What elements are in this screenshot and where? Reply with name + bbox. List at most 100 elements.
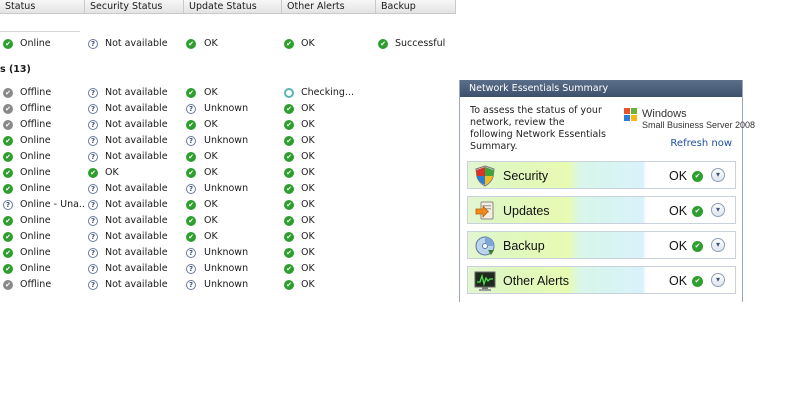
row-update-cell[interactable]: Unknown bbox=[184, 277, 282, 293]
row-alerts-cell[interactable]: OK bbox=[282, 277, 376, 293]
row-update-cell[interactable]: OK bbox=[184, 165, 282, 181]
row-alerts-cell[interactable]: Checking... bbox=[282, 85, 376, 101]
column-header-update-status[interactable]: Update Status bbox=[184, 0, 282, 13]
column-header-other-alerts[interactable]: Other Alerts bbox=[282, 0, 376, 13]
ok-check-icon bbox=[284, 264, 294, 274]
row-status-cell[interactable]: Offline bbox=[0, 117, 85, 133]
row-security-cell[interactable]: Not available bbox=[85, 213, 184, 229]
row-status-cell[interactable]: Online bbox=[0, 229, 85, 245]
row-alerts-cell[interactable]: OK bbox=[282, 261, 376, 277]
row-status-cell[interactable]: Offline bbox=[0, 277, 85, 293]
ok-check-icon bbox=[284, 168, 294, 178]
row-update-cell[interactable]: Unknown bbox=[184, 245, 282, 261]
server-row-security[interactable]: Not available bbox=[85, 36, 184, 52]
row-security-cell[interactable]: Not available bbox=[85, 261, 184, 277]
row-security-cell[interactable]: OK bbox=[85, 165, 184, 181]
expand-chevron-icon[interactable] bbox=[711, 238, 725, 252]
question-icon bbox=[88, 184, 98, 194]
row-status-cell[interactable]: Online bbox=[0, 245, 85, 261]
summary-item-backup[interactable]: Backup OK bbox=[467, 231, 736, 259]
row-security-cell[interactable]: Not available bbox=[85, 277, 184, 293]
logo-text-windows: Windows bbox=[642, 108, 687, 120]
column-header-backup[interactable]: Backup bbox=[376, 0, 456, 13]
row-alerts-cell[interactable]: OK bbox=[282, 149, 376, 165]
question-icon bbox=[88, 104, 98, 114]
row-update-cell[interactable]: Unknown bbox=[184, 133, 282, 149]
windows-sbs-logo: Windows Small Business Server 2008 bbox=[624, 108, 755, 134]
row-alerts-cell[interactable]: OK bbox=[282, 181, 376, 197]
server-row-backup[interactable]: Successful bbox=[376, 36, 456, 52]
row-security-cell[interactable]: Not available bbox=[85, 149, 184, 165]
server-row-alerts[interactable]: OK bbox=[282, 36, 376, 52]
question-icon bbox=[88, 200, 98, 210]
row-alerts-cell[interactable]: OK bbox=[282, 229, 376, 245]
status-text: Offline bbox=[20, 87, 52, 98]
expand-chevron-icon[interactable] bbox=[711, 168, 725, 182]
column-header-security-status[interactable]: Security Status bbox=[85, 0, 184, 13]
alerts-text: OK bbox=[301, 215, 315, 226]
row-alerts-cell[interactable]: OK bbox=[282, 117, 376, 133]
row-update-cell[interactable]: OK bbox=[184, 197, 282, 213]
row-alerts-cell[interactable]: OK bbox=[282, 165, 376, 181]
security-text: Not available bbox=[105, 183, 168, 194]
server-row-update[interactable]: OK bbox=[184, 36, 282, 52]
row-update-cell[interactable]: OK bbox=[184, 117, 282, 133]
ok-check-icon bbox=[692, 241, 703, 252]
ok-check-icon bbox=[186, 152, 196, 162]
summary-item-updates[interactable]: Updates OK bbox=[467, 196, 736, 224]
row-security-cell[interactable]: Not available bbox=[85, 85, 184, 101]
column-header-status[interactable]: Status bbox=[0, 0, 85, 13]
alerts-text: OK bbox=[301, 183, 315, 194]
checking-spinner-icon bbox=[284, 88, 294, 98]
expand-chevron-icon[interactable] bbox=[711, 273, 725, 287]
panel-title: Network Essentials Summary bbox=[460, 80, 742, 97]
row-security-cell[interactable]: Not available bbox=[85, 133, 184, 149]
alerts-text: OK bbox=[301, 279, 315, 290]
row-status-cell[interactable]: Offline bbox=[0, 85, 85, 101]
row-security-cell[interactable]: Not available bbox=[85, 245, 184, 261]
network-essentials-summary-panel: Network Essentials Summary To assess the… bbox=[459, 80, 755, 302]
row-alerts-cell[interactable]: OK bbox=[282, 245, 376, 261]
summary-item-security[interactable]: Security OK bbox=[467, 161, 736, 189]
row-update-cell[interactable]: Unknown bbox=[184, 181, 282, 197]
row-security-cell[interactable]: Not available bbox=[85, 229, 184, 245]
row-status-cell[interactable]: Online bbox=[0, 213, 85, 229]
row-update-cell[interactable]: Unknown bbox=[184, 261, 282, 277]
row-security-cell[interactable]: Not available bbox=[85, 101, 184, 117]
row-status-cell[interactable]: Online bbox=[0, 165, 85, 181]
alerts-text: OK bbox=[301, 151, 315, 162]
online-check-icon bbox=[3, 264, 13, 274]
row-status-cell[interactable]: Offline bbox=[0, 101, 85, 117]
row-update-cell[interactable]: OK bbox=[184, 213, 282, 229]
row-alerts-cell[interactable]: OK bbox=[282, 213, 376, 229]
summary-item-other-alerts[interactable]: Other Alerts OK bbox=[467, 266, 736, 294]
ok-check-icon bbox=[186, 88, 196, 98]
row-security-cell[interactable]: Not available bbox=[85, 117, 184, 133]
client-group-label[interactable]: s (13) bbox=[0, 63, 31, 77]
row-security-cell[interactable]: Not available bbox=[85, 197, 184, 213]
row-status-cell[interactable]: Online bbox=[0, 133, 85, 149]
server-row-status[interactable]: Online bbox=[0, 36, 85, 52]
status-text: Offline bbox=[20, 119, 52, 130]
row-alerts-cell[interactable]: OK bbox=[282, 101, 376, 117]
row-alerts-cell[interactable]: OK bbox=[282, 133, 376, 149]
alerts-text: OK bbox=[301, 103, 315, 114]
row-status-cell[interactable]: Online - Una... bbox=[0, 197, 85, 213]
expand-chevron-icon[interactable] bbox=[711, 203, 725, 217]
refresh-now-link[interactable]: Refresh now bbox=[670, 138, 732, 149]
ok-check-icon bbox=[284, 184, 294, 194]
monitor-alert-icon bbox=[474, 270, 496, 292]
summary-item-label: Backup bbox=[503, 239, 545, 253]
row-status-cell[interactable]: Online bbox=[0, 261, 85, 277]
row-update-cell[interactable]: OK bbox=[184, 229, 282, 245]
row-update-cell[interactable]: OK bbox=[184, 85, 282, 101]
row-alerts-cell[interactable]: OK bbox=[282, 197, 376, 213]
row-update-cell[interactable]: Unknown bbox=[184, 101, 282, 117]
row-status-cell[interactable]: Online bbox=[0, 149, 85, 165]
update-text: OK bbox=[204, 38, 218, 49]
row-status-cell[interactable]: Online bbox=[0, 181, 85, 197]
ok-check-icon bbox=[378, 39, 388, 49]
alerts-text: OK bbox=[301, 167, 315, 178]
row-update-cell[interactable]: OK bbox=[184, 149, 282, 165]
row-security-cell[interactable]: Not available bbox=[85, 181, 184, 197]
